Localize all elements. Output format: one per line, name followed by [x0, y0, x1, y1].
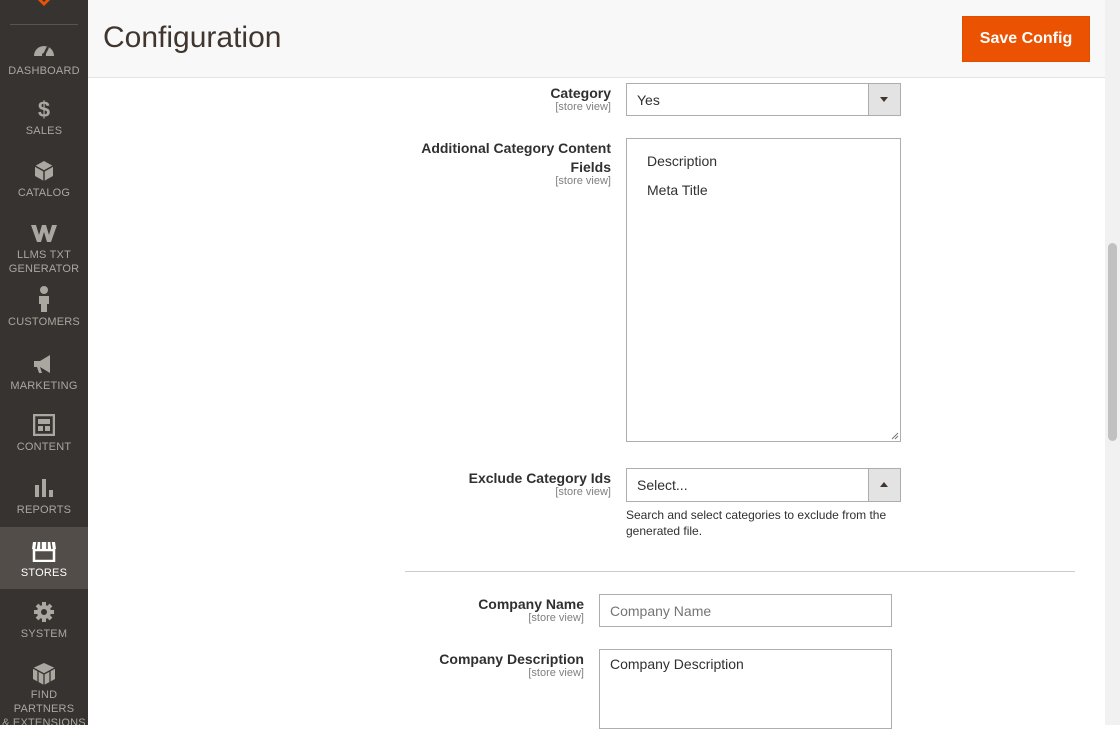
sidebar-item-marketing[interactable]: MARKETING [0, 353, 88, 393]
sidebar-item-sales[interactable]: $ SALES [0, 98, 88, 138]
sidebar-item-system[interactable]: SYSTEM [0, 601, 88, 641]
company-name-scope: [store view] [528, 612, 584, 624]
company-name-input[interactable] [599, 594, 892, 627]
company-description-placeholder: Company Description [610, 656, 744, 672]
chevron-down-icon [880, 97, 888, 102]
sidebar-item-label: SYSTEM [20, 628, 68, 640]
sidebar-item-customers[interactable]: CUSTOMERS [0, 285, 88, 331]
w-logo-icon [0, 222, 88, 248]
category-select-value: Yes [637, 92, 660, 108]
additional-fields-scope: [store view] [555, 175, 611, 187]
dropdown-toggle[interactable] [868, 84, 900, 115]
exclude-ids-select-value: Select... [637, 477, 688, 493]
exclude-ids-scope: [store view] [555, 486, 611, 498]
sidebar-item-label: CONTENT [16, 441, 72, 453]
sidebar-item-label: SALES [25, 125, 63, 137]
company-description-scope: [store view] [528, 667, 584, 679]
multiselect-option[interactable]: Meta Title [647, 182, 708, 198]
resize-handle-icon[interactable] [891, 432, 899, 440]
sidebar-item-label: DASHBOARD [8, 65, 80, 77]
sidebar-item-label: CATALOG [17, 187, 71, 199]
sidebar-item-label: GENERATOR [8, 263, 80, 275]
additional-fields-label-line1: Additional Category Content [421, 140, 611, 156]
section-divider [405, 571, 1075, 572]
additional-fields-label: Additional Category Content Fields [380, 139, 611, 177]
company-description-textarea[interactable]: Company Description [599, 649, 892, 729]
additional-fields-multiselect[interactable]: Description Meta Title [626, 138, 901, 442]
sidebar-item-stores[interactable]: STORES [0, 527, 88, 589]
magento-logo[interactable] [0, 0, 88, 24]
multiselect-option[interactable]: Description [647, 153, 717, 169]
category-select[interactable]: Yes [626, 83, 901, 116]
sidebar-item-dashboard[interactable]: DASHBOARD [0, 38, 88, 78]
chevron-up-icon [880, 482, 888, 487]
dropdown-toggle[interactable] [868, 469, 900, 501]
sidebar-item-catalog[interactable]: CATALOG [0, 160, 88, 200]
note-line: generated file. [626, 524, 703, 538]
sidebar-item-label: CUSTOMERS [8, 316, 80, 328]
sidebar-divider [10, 24, 78, 25]
sidebar-item-label: MARKETING [10, 380, 78, 392]
gear-icon [0, 601, 88, 627]
scrollbar-thumb[interactable] [1108, 243, 1117, 441]
sidebar-item-label: & EXTENSIONS [2, 717, 86, 725]
sidebar-item-llms-txt-generator[interactable]: LLMS TXT GENERATOR [0, 222, 88, 276]
exclude-ids-select[interactable]: Select... [626, 468, 901, 502]
sidebar-item-content[interactable]: CONTENT [0, 414, 88, 454]
sidebar-item-label: LLMS TXT [17, 249, 71, 261]
admin-sidebar: DASHBOARD $ SALES CATALOG LLMS TXT GENER… [0, 0, 88, 725]
save-config-button[interactable]: Save Config [962, 16, 1090, 62]
dashboard-icon [0, 38, 88, 64]
note-line: Search and select categories to exclude … [626, 508, 887, 522]
box-icon [0, 160, 88, 186]
dollar-icon: $ [0, 98, 88, 124]
megaphone-icon [0, 353, 88, 379]
sidebar-item-label: REPORTS [16, 504, 72, 516]
page-header: Configuration Save Config [88, 0, 1105, 78]
sidebar-item-find-partners[interactable]: FIND PARTNERS & EXTENSIONS [0, 662, 88, 725]
store-icon [0, 540, 88, 566]
sidebar-item-reports[interactable]: REPORTS [0, 477, 88, 517]
magento-logo-icon [38, 0, 50, 6]
blocks-icon [0, 662, 88, 688]
bar-chart-icon [0, 477, 88, 503]
person-icon [0, 285, 88, 315]
svg-text:$: $ [38, 98, 50, 120]
exclude-ids-note: Search and select categories to exclude … [626, 507, 916, 539]
category-scope: [store view] [555, 101, 611, 113]
sidebar-item-label: FIND PARTNERS [13, 689, 75, 715]
sidebar-item-label: STORES [20, 567, 68, 579]
page-title: Configuration [103, 21, 282, 54]
layout-icon [0, 414, 88, 440]
